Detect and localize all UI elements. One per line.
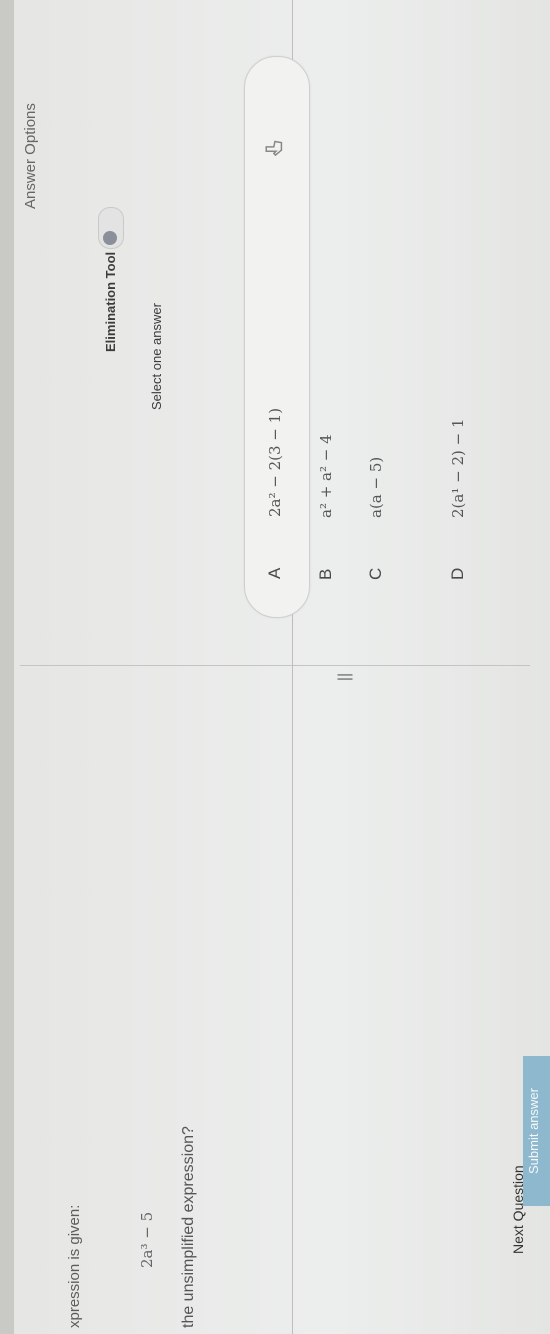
option-letter: A — [265, 567, 284, 579]
top-bar — [0, 0, 14, 1334]
page-stage: xpression is given: 2a³ − 5 the unsimpli… — [0, 0, 550, 1334]
select-one-answer-label: Select one answer — [149, 303, 164, 410]
option-expression: 2(a¹ − 2) − 1 — [449, 418, 467, 519]
pane-divider — [20, 665, 530, 666]
answer-option-d[interactable]: D 2(a¹ − 2) − 1 — [428, 58, 492, 618]
question-intro: xpression is given: — [66, 1204, 83, 1328]
answer-options-title: Answer Options — [22, 103, 39, 209]
option-letter: C — [366, 567, 385, 580]
option-letter: B — [316, 568, 335, 580]
option-expression: 2a² − 2(3 − 1) — [266, 407, 284, 517]
pane-resize-handle[interactable]: || — [336, 666, 356, 688]
submit-answer-button[interactable]: Submit answer — [523, 1056, 550, 1206]
elimination-tool-toggle[interactable] — [98, 207, 124, 249]
option-letter: D — [448, 567, 467, 580]
answer-option-c[interactable]: C a(a − 5) — [346, 58, 410, 618]
question-prompt: the unsimplified expression? — [180, 1126, 197, 1328]
toggle-knob — [103, 231, 117, 245]
elimination-tool-label: Elimination Tool — [103, 251, 118, 352]
option-expression: a(a − 5) — [367, 456, 385, 518]
hand-cursor-icon — [265, 140, 283, 157]
option-expression: a² + a² − 4 — [317, 434, 335, 518]
question-expression: 2a³ − 5 — [138, 1211, 156, 1268]
